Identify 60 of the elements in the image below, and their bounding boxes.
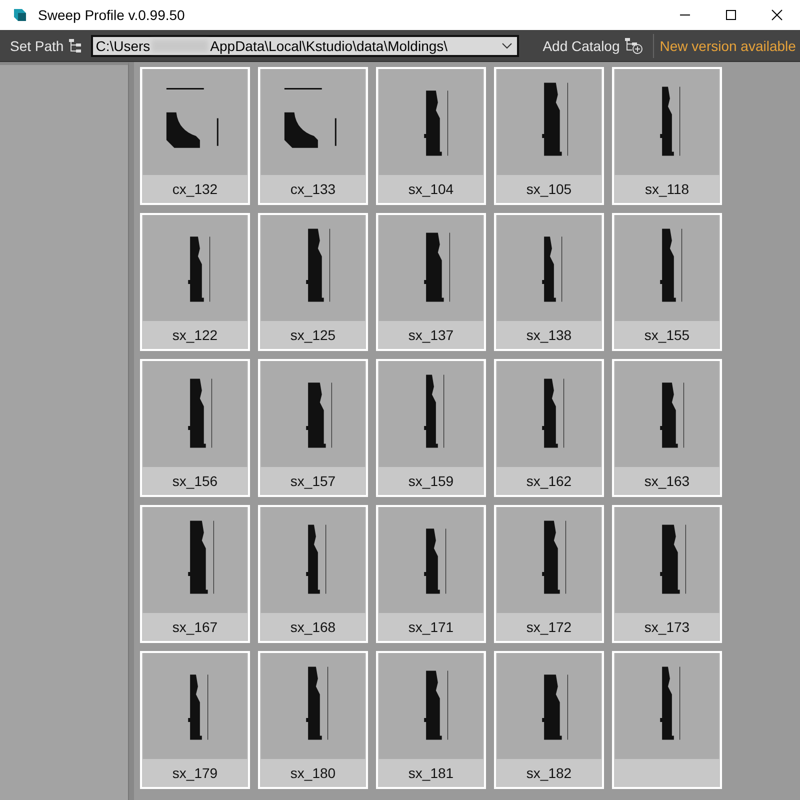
update-notice[interactable]: New version available bbox=[660, 38, 796, 54]
profile-name: sx_163 bbox=[643, 472, 691, 492]
profile-name: sx_172 bbox=[525, 618, 573, 638]
profile-tile[interactable]: sx_163 bbox=[612, 359, 722, 497]
profile-tile[interactable] bbox=[612, 651, 722, 789]
profile-tile[interactable]: sx_156 bbox=[140, 359, 250, 497]
profile-tile[interactable]: cx_132 bbox=[140, 67, 250, 205]
profile-name: cx_132 bbox=[171, 180, 219, 200]
profile-name: sx_179 bbox=[171, 764, 219, 784]
profile-name: sx_105 bbox=[525, 180, 573, 200]
profile-tile[interactable]: sx_172 bbox=[494, 505, 604, 643]
profile-name: sx_156 bbox=[171, 472, 219, 492]
maximize-icon bbox=[725, 9, 737, 21]
profile-tile[interactable]: sx_159 bbox=[376, 359, 486, 497]
profile-name: sx_122 bbox=[171, 326, 219, 346]
profile-tile[interactable]: cx_133 bbox=[258, 67, 368, 205]
folder-tree-icon bbox=[68, 38, 81, 52]
profile-tile[interactable]: sx_157 bbox=[258, 359, 368, 497]
window-title: Sweep Profile v.0.99.50 bbox=[38, 7, 186, 23]
profile-name: sx_104 bbox=[407, 180, 455, 200]
profile-tile[interactable]: sx_138 bbox=[494, 213, 604, 351]
profile-tile[interactable]: sx_118 bbox=[612, 67, 722, 205]
profile-tile[interactable]: sx_162 bbox=[494, 359, 604, 497]
profile-name: sx_137 bbox=[407, 326, 455, 346]
profile-tile[interactable]: sx_104 bbox=[376, 67, 486, 205]
profile-tile[interactable]: sx_167 bbox=[140, 505, 250, 643]
profile-name: sx_182 bbox=[525, 764, 573, 784]
path-dropdown[interactable]: C:\Users AppData\Local\Kstudio\data\Moldings\ bbox=[90, 34, 519, 56]
profile-tile[interactable]: sx_125 bbox=[258, 213, 368, 351]
profile-name: sx_118 bbox=[644, 180, 690, 200]
profile-name: sx_168 bbox=[289, 618, 337, 638]
profile-tile[interactable]: sx_173 bbox=[612, 505, 722, 643]
profile-name: cx_133 bbox=[289, 180, 337, 200]
profile-name: sx_125 bbox=[289, 326, 337, 346]
profile-name: sx_167 bbox=[171, 618, 219, 638]
profile-name: sx_162 bbox=[525, 472, 573, 492]
profile-tile[interactable]: sx_137 bbox=[376, 213, 486, 351]
profile-name: sx_159 bbox=[407, 472, 455, 492]
caret-icon bbox=[502, 42, 512, 48]
profile-tile[interactable]: sx_168 bbox=[258, 505, 368, 643]
profile-name: sx_171 bbox=[407, 618, 455, 638]
profile-tile[interactable]: sx_181 bbox=[376, 651, 486, 789]
set-path-button[interactable]: Set Path bbox=[6, 32, 85, 58]
profile-tile[interactable]: sx_179 bbox=[140, 651, 250, 789]
profile-name: sx_138 bbox=[525, 326, 573, 346]
profile-tile[interactable]: sx_122 bbox=[140, 213, 250, 351]
profile-name: sx_155 bbox=[643, 326, 691, 346]
profile-name: sx_180 bbox=[289, 764, 337, 784]
profile-tile[interactable]: sx_171 bbox=[376, 505, 486, 643]
profile-tile[interactable]: sx_105 bbox=[494, 67, 604, 205]
folder-tree-plus-icon bbox=[624, 38, 643, 54]
app-icon bbox=[12, 7, 28, 23]
profile-name: sx_157 bbox=[289, 472, 337, 492]
profile-tile[interactable]: sx_155 bbox=[612, 213, 722, 351]
profile-name: sx_173 bbox=[643, 618, 691, 638]
add-catalog-button[interactable]: Add Catalog bbox=[538, 32, 647, 58]
profile-name: sx_181 bbox=[407, 764, 455, 784]
profile-tile[interactable]: sx_180 bbox=[258, 651, 368, 789]
close-icon bbox=[771, 9, 783, 21]
profile-tile[interactable]: sx_182 bbox=[494, 651, 604, 789]
